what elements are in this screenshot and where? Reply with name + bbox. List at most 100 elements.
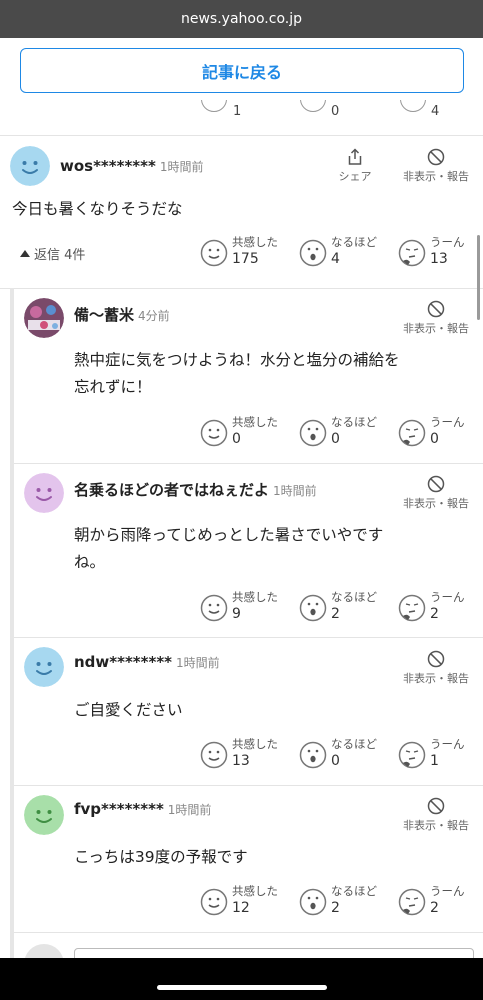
comment-text-line: 熱中症に気をつけようね！水分と塩分の補給を bbox=[74, 351, 400, 369]
insight-button[interactable]: なるほど 0 bbox=[299, 414, 395, 452]
hmm-count: 2 bbox=[430, 606, 439, 622]
hide-report-button[interactable]: 非表示・報告 bbox=[396, 650, 476, 690]
hide-report-button[interactable]: 非表示・報告 bbox=[396, 148, 476, 188]
insight-count: 0 bbox=[331, 753, 340, 769]
sympathy-count: 9 bbox=[232, 606, 241, 622]
hide-report-button[interactable]: 非表示・報告 bbox=[396, 300, 476, 340]
smiley-avatar-icon bbox=[24, 473, 64, 513]
hmm-count: 2 bbox=[430, 900, 439, 916]
comment-time: 1時間前 bbox=[176, 656, 220, 670]
smiley-avatar-icon bbox=[10, 146, 50, 186]
comment-text: ご自愛ください bbox=[74, 697, 183, 724]
sympathy-count: 13 bbox=[232, 753, 250, 769]
hmm-button[interactable]: うーん 0 bbox=[398, 414, 483, 452]
url-text: news.yahoo.co.jp bbox=[181, 11, 302, 27]
smiley-avatar-icon bbox=[24, 647, 64, 687]
hmm-icon[interactable] bbox=[400, 100, 426, 112]
smile-face-icon bbox=[200, 594, 228, 622]
hide-report-label: 非表示・報告 bbox=[403, 322, 469, 335]
insight-count: 0 bbox=[331, 104, 340, 119]
reply-thread-rail bbox=[10, 288, 14, 968]
device-home-bar bbox=[0, 958, 483, 1000]
share-button[interactable]: シェア bbox=[330, 148, 380, 188]
sympathy-button[interactable]: 共感した 9 bbox=[200, 589, 296, 627]
caret-up-icon bbox=[20, 250, 30, 257]
thinking-face-icon bbox=[398, 419, 426, 447]
insight-button[interactable]: なるほど 2 bbox=[299, 589, 395, 627]
hmm-label: うーん bbox=[430, 590, 465, 604]
smile-face-icon bbox=[200, 741, 228, 769]
hmm-button[interactable]: うーん 2 bbox=[398, 589, 483, 627]
replies-count-label: 返信 4件 bbox=[34, 248, 86, 263]
sympathy-count: 12 bbox=[232, 900, 250, 916]
comment-text-line: 忘れずに！ bbox=[74, 378, 152, 396]
sympathy-label: 共感した bbox=[232, 415, 278, 429]
hide-report-label: 非表示・報告 bbox=[403, 819, 469, 832]
hmm-button[interactable]: うーん 2 bbox=[398, 883, 483, 921]
comment-text: 今日も暑くなりそうだな bbox=[12, 200, 183, 218]
sympathy-count: 0 bbox=[232, 431, 241, 447]
comment-text: 朝から雨降ってじめっとした暑さでいやです ね。 bbox=[74, 522, 383, 576]
surprised-face-icon bbox=[299, 741, 327, 769]
insight-button[interactable]: なるほど 2 bbox=[299, 883, 395, 921]
sympathy-button[interactable]: 共感した 0 bbox=[200, 414, 296, 452]
hmm-count: 4 bbox=[431, 104, 440, 119]
comment-author[interactable]: 備〜蓄米 4分前 bbox=[74, 304, 170, 325]
back-bar: 記事に戻る bbox=[0, 38, 483, 100]
sympathy-label: 共感した bbox=[232, 235, 278, 249]
sympathy-button[interactable]: 共感した 175 bbox=[200, 234, 296, 272]
hmm-button[interactable]: うーん 1 bbox=[398, 736, 483, 774]
replies-toggle[interactable]: 返信 4件 bbox=[20, 244, 85, 263]
comment-author[interactable]: 名乗るほどの者ではねぇだよ 1時間前 bbox=[74, 479, 317, 500]
hmm-label: うーん bbox=[430, 235, 465, 249]
hide-report-button[interactable]: 非表示・報告 bbox=[396, 475, 476, 515]
hmm-button[interactable]: うーん 13 bbox=[398, 234, 483, 272]
comment-time: 4分前 bbox=[138, 309, 170, 323]
sympathy-label: 共感した bbox=[232, 884, 278, 898]
avatar[interactable] bbox=[24, 298, 64, 338]
insight-label: なるほど bbox=[331, 415, 377, 429]
thinking-face-icon bbox=[398, 888, 426, 916]
sympathy-button[interactable]: 共感した 12 bbox=[200, 883, 296, 921]
author-name: 名乗るほどの者ではねぇだよ bbox=[74, 481, 270, 499]
insight-icon[interactable] bbox=[300, 100, 326, 112]
comment-author[interactable]: fvp******** 1時間前 bbox=[74, 800, 211, 818]
avatar[interactable] bbox=[24, 795, 64, 835]
prohibit-icon bbox=[427, 300, 445, 318]
insight-count: 4 bbox=[331, 251, 340, 267]
browser-url-bar[interactable]: news.yahoo.co.jp bbox=[0, 0, 483, 38]
thinking-face-icon bbox=[398, 239, 426, 267]
divider bbox=[14, 932, 483, 933]
back-to-article-label: 記事に戻る bbox=[201, 62, 282, 82]
avatar[interactable] bbox=[24, 647, 64, 687]
back-to-article-button[interactable]: 記事に戻る bbox=[20, 48, 464, 93]
comment-text-line: ご自愛ください bbox=[74, 701, 183, 719]
author-name: fvp******** bbox=[74, 800, 164, 818]
comment-text-line: 朝から雨降ってじめっとした暑さでいやです bbox=[74, 526, 384, 544]
comment-author[interactable]: wos******** 1時間前 bbox=[60, 157, 204, 175]
sympathy-icon[interactable] bbox=[201, 100, 227, 112]
hmm-count: 1 bbox=[430, 753, 439, 769]
divider bbox=[14, 463, 483, 464]
comment-time: 1時間前 bbox=[167, 803, 212, 817]
insight-count: 2 bbox=[331, 606, 340, 622]
sympathy-button[interactable]: 共感した 13 bbox=[200, 736, 296, 774]
scrollbar-thumb[interactable] bbox=[477, 235, 480, 320]
divider bbox=[0, 288, 483, 289]
comment-author[interactable]: ndw******** 1時間前 bbox=[74, 653, 220, 671]
prohibit-icon bbox=[427, 797, 445, 815]
insight-button[interactable]: なるほど 4 bbox=[299, 234, 395, 272]
share-icon bbox=[348, 148, 362, 165]
insight-button[interactable]: なるほど 0 bbox=[299, 736, 395, 774]
comment-text-line: こっちは39度の予報です bbox=[74, 848, 248, 866]
insight-label: なるほど bbox=[331, 884, 377, 898]
hide-report-button[interactable]: 非表示・報告 bbox=[396, 797, 476, 837]
surprised-face-icon bbox=[299, 594, 327, 622]
avatar[interactable] bbox=[10, 146, 50, 186]
divider bbox=[14, 785, 483, 786]
avatar[interactable] bbox=[24, 473, 64, 513]
divider bbox=[14, 637, 483, 638]
comment-text-line: ね。 bbox=[74, 553, 106, 571]
share-label: シェア bbox=[338, 170, 372, 183]
home-indicator[interactable] bbox=[157, 985, 327, 990]
